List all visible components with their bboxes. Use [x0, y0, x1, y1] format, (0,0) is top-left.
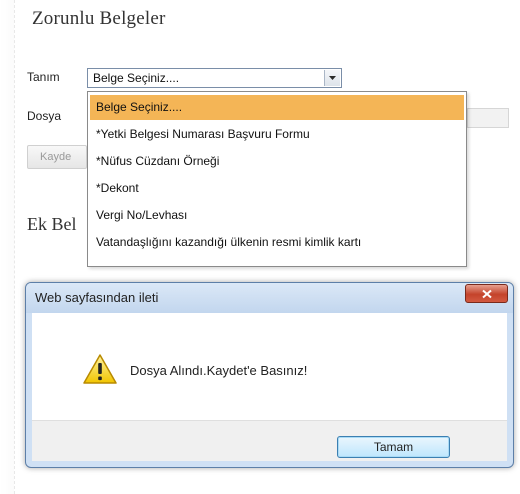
- ok-button[interactable]: Tamam: [337, 436, 450, 458]
- file-input[interactable]: [467, 108, 509, 128]
- chevron-down-icon[interactable]: [324, 70, 340, 86]
- section-title: Ek Bel: [27, 214, 77, 234]
- page-left-border: [0, 0, 15, 494]
- dialog-footer: Tamam: [32, 420, 507, 461]
- document-type-dropdown[interactable]: Belge Seçiniz.... *Yetki Belgesi Numaras…: [87, 91, 467, 267]
- dialog-body: Dosya Alındı.Kaydet'e Basınız!: [32, 313, 507, 420]
- select-current-value: Belge Seçiniz....: [93, 71, 180, 85]
- dropdown-option[interactable]: *Yetki Belgesi Numarası Başvuru Formu: [88, 121, 466, 148]
- dialog-title: Web sayfasından ileti: [35, 290, 159, 305]
- close-icon[interactable]: [465, 284, 508, 303]
- page-title: Zorunlu Belgeler: [32, 8, 166, 29]
- dropdown-option[interactable]: Belge Seçiniz....: [90, 95, 464, 120]
- dropdown-option[interactable]: *Dekont: [88, 175, 466, 202]
- dialog-titlebar[interactable]: Web sayfasından ileti: [26, 283, 513, 313]
- document-type-select[interactable]: Belge Seçiniz....: [87, 68, 342, 88]
- dropdown-option[interactable]: Vatandaşlığını kazandığı ülkenin resmi k…: [88, 229, 466, 256]
- warning-icon: [82, 353, 118, 390]
- message-dialog: Web sayfasından ileti Dosya Alındı.Kayde…: [25, 282, 514, 468]
- save-button[interactable]: Kayde: [27, 145, 87, 169]
- dosya-label: Dosya: [27, 109, 62, 123]
- dialog-message: Dosya Alındı.Kaydet'e Basınız!: [130, 363, 308, 378]
- dropdown-option[interactable]: *Nüfus Cüzdanı Örneği: [88, 148, 466, 175]
- dropdown-option[interactable]: Vergi No/Levhası: [88, 202, 466, 229]
- tanim-label: Tanım: [27, 70, 60, 84]
